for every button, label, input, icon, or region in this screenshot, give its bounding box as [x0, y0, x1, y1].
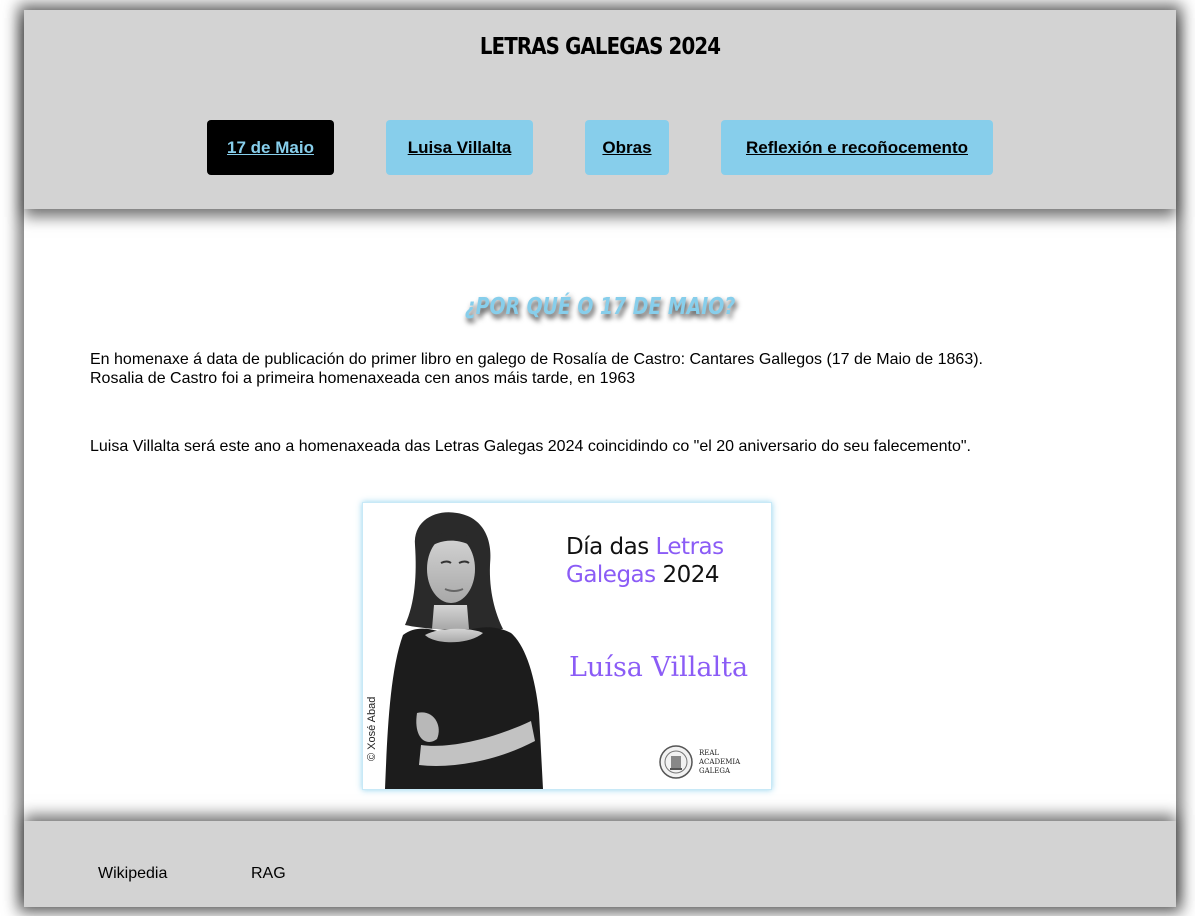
poster-title-part3: Galegas — [566, 562, 656, 588]
intro-paragraph: En homenaxe á data de publicación do pri… — [90, 350, 983, 388]
nav-tab-reflexion[interactable]: Reflexión e recoñocemento — [721, 120, 993, 175]
nav-tab-luisa-villalta[interactable]: Luisa Villalta — [386, 120, 533, 175]
rag-line-1: REAL — [699, 749, 720, 757]
site-header: LETRAS GALEGAS 2024 17 de Maio Luisa Vil… — [24, 10, 1176, 209]
poster-title-part2: Letras — [655, 534, 725, 560]
poster-honoree-name: Luísa Villalta — [569, 652, 749, 683]
intro-line-2: Rosalia de Castro foi a primeira homenax… — [90, 370, 636, 387]
nav-tab-17-de-maio[interactable]: 17 de Maio — [207, 120, 334, 175]
site-footer: Wikipedia RAG — [24, 821, 1176, 907]
intro-line-1: En homenaxe á data de publicación do pri… — [90, 351, 983, 368]
page-frame: LETRAS GALEGAS 2024 17 de Maio Luisa Vil… — [24, 10, 1176, 907]
nav-tab-obras[interactable]: Obras — [585, 120, 669, 175]
homage-paragraph: Luisa Villalta será este ano a homenaxea… — [90, 438, 971, 455]
footer-link-rag[interactable]: RAG — [251, 865, 286, 883]
poster-title-part1: Día das — [566, 534, 656, 560]
portrait-photo — [385, 512, 543, 789]
rag-line-3: GALEGA — [699, 767, 731, 775]
site-title: LETRAS GALEGAS 2024 — [479, 34, 721, 60]
rag-seal-icon — [659, 745, 693, 779]
section-heading: ¿POR QUÉ O 17 DE MAIO? — [464, 294, 736, 320]
rag-wordmark: REAL ACADEMIA GALEGA — [699, 749, 740, 776]
footer-link-wikipedia[interactable]: Wikipedia — [98, 865, 167, 883]
main-content: ¿POR QUÉ O 17 DE MAIO? En homenaxe á dat… — [24, 209, 1176, 821]
rag-line-2: ACADEMIA — [699, 758, 741, 766]
poster-title-part4: 2024 — [655, 562, 719, 588]
photo-credit: © Xosé Abad — [366, 696, 378, 761]
poster-title: Día das Letras Galegas 2024 — [566, 533, 724, 589]
poster-image: © Xosé Abad Día das Letras Galegas 2024 … — [362, 502, 772, 790]
